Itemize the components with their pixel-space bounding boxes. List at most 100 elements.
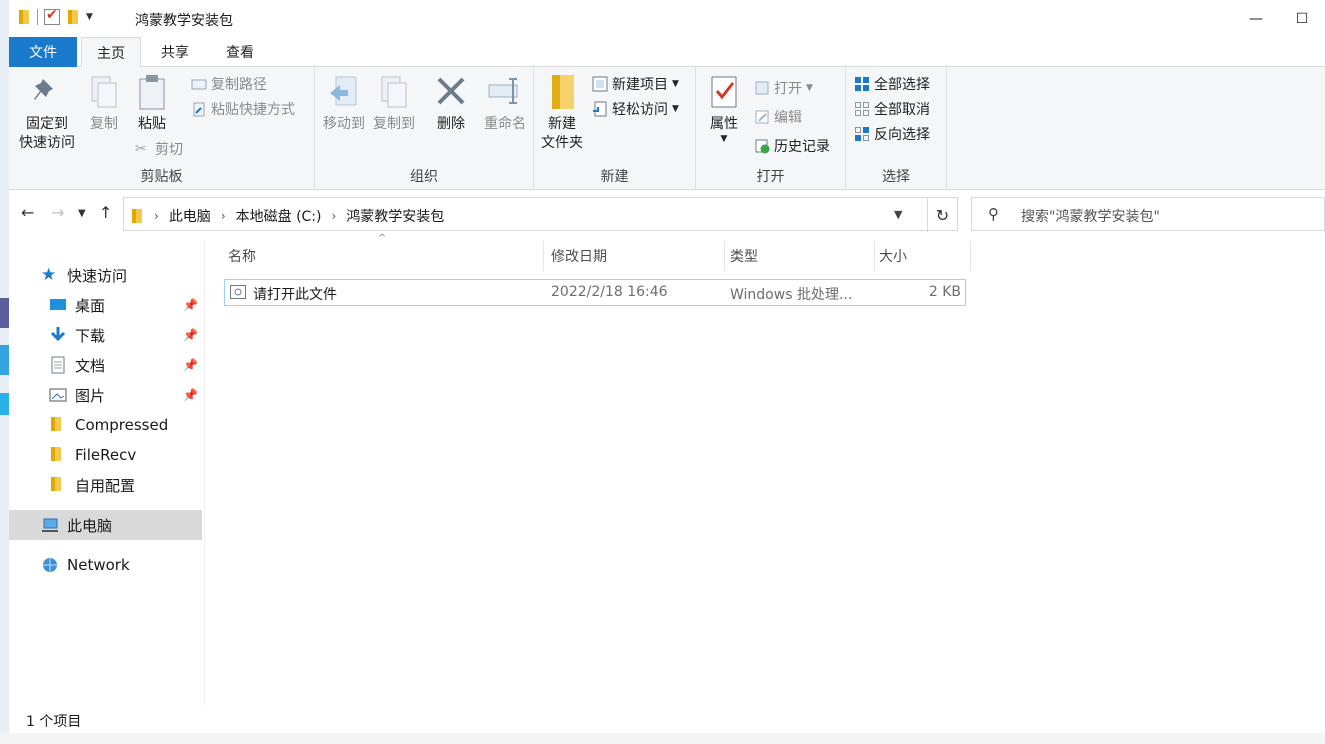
edit-pencil-icon: [754, 109, 770, 125]
easy-access-button[interactable]: 轻松访问 ▼: [592, 98, 679, 120]
copy-to-button[interactable]: 复制到: [369, 73, 419, 134]
history-button[interactable]: 历史记录: [754, 135, 830, 157]
maximize-button[interactable]: ☐: [1279, 0, 1325, 37]
nav-this-pc[interactable]: 此电脑: [9, 510, 202, 540]
select-all-icon: [854, 76, 870, 92]
refresh-icon[interactable]: ↻: [927, 198, 957, 232]
batch-file-icon: [230, 285, 246, 303]
pin-label-line2: 快速访问: [19, 135, 75, 151]
paste-shortcut-button[interactable]: 粘贴快捷方式: [191, 98, 295, 120]
file-row[interactable]: 请打开此文件 2022/2/18 16:46 Windows 批处理... 2 …: [224, 279, 966, 306]
nav-network[interactable]: Network: [9, 550, 202, 580]
file-type: Windows 批处理...: [730, 287, 853, 303]
copy-to-icon: [376, 73, 412, 111]
properties-dropdown-icon: ▼: [720, 134, 728, 144]
clipboard-group-label: 剪贴板: [140, 169, 183, 185]
delete-button[interactable]: 删除: [433, 73, 469, 134]
back-arrow-icon[interactable]: ←: [21, 203, 34, 222]
pin-to-quick-access-button[interactable]: 固定到 快速访问: [15, 73, 79, 153]
breadcrumb-this-pc[interactable]: 此电脑: [169, 206, 211, 226]
file-size: 2 KB: [928, 284, 961, 300]
pin-icon: 📌: [183, 358, 198, 372]
cut-button[interactable]: ✂ 剪切: [135, 138, 183, 160]
pin-icon: 📌: [183, 298, 198, 312]
breadcrumb-chevron-icon[interactable]: ›: [332, 209, 337, 223]
column-type[interactable]: 类型: [726, 241, 875, 271]
breadcrumb-local-disk[interactable]: 本地磁盘 (C:): [236, 206, 322, 226]
column-name[interactable]: 名称: [224, 241, 544, 271]
tab-home[interactable]: 主页: [81, 37, 141, 68]
nav-documents[interactable]: 文档 📌: [9, 350, 202, 380]
window-title: 鸿蒙教学安装包: [135, 13, 233, 29]
nav-folder-personal-config[interactable]: 自用配置: [9, 470, 202, 500]
properties-quick-icon[interactable]: [44, 7, 60, 25]
minimize-button[interactable]: —: [1233, 0, 1279, 37]
address-bar[interactable]: › 此电脑 › 本地磁盘 (C:) › 鸿蒙教学安装包 ▼ ↻: [123, 197, 958, 232]
search-box[interactable]: ⚲ 搜索"鸿蒙教学安装包": [971, 197, 1325, 231]
paste-button[interactable]: 粘贴: [131, 73, 173, 134]
open-button[interactable]: 打开 ▼: [754, 77, 813, 99]
breadcrumb-current-folder[interactable]: 鸿蒙教学安装包: [346, 206, 444, 226]
search-placeholder: 搜索"鸿蒙教学安装包": [1021, 209, 1160, 225]
edit-button[interactable]: 编辑: [754, 106, 802, 128]
address-history-chevron-icon[interactable]: ▼: [894, 208, 902, 221]
nav-pictures[interactable]: 图片 📌: [9, 380, 202, 410]
easy-access-icon: [592, 101, 608, 117]
status-item-count: 1 个项目: [26, 714, 82, 730]
forward-arrow-icon[interactable]: →: [51, 203, 64, 222]
file-modified: 2022/2/18 16:46: [551, 284, 668, 300]
picture-icon: [49, 386, 67, 404]
nav-desktop[interactable]: 桌面 📌: [9, 290, 202, 320]
download-arrow-icon: [49, 326, 67, 344]
pin-label-line1: 固定到: [26, 116, 68, 132]
desktop-icon-fragment: [0, 298, 9, 328]
nav-quick-access[interactable]: ★ 快速访问: [9, 260, 202, 290]
recent-locations-chevron-icon[interactable]: ▼: [78, 208, 86, 219]
star-icon: ★: [41, 265, 57, 285]
nav-folder-filerecv[interactable]: FileRecv: [9, 440, 202, 470]
select-group-label: 选择: [882, 169, 910, 185]
properties-button[interactable]: 属性 ▼: [702, 73, 746, 144]
copy-path-icon: [191, 76, 207, 92]
select-all-button[interactable]: 全部选择: [854, 73, 930, 95]
select-group: 全部选择 全部取消 反向选择 选择: [846, 67, 947, 190]
nav-folder-compressed[interactable]: Compressed: [9, 410, 202, 440]
navigation-pane: ★ 快速访问 桌面 📌 下载 📌 文档 📌 图片 📌 Compressed Fi…: [9, 240, 205, 705]
folder-icon: [49, 416, 67, 434]
rename-icon: [487, 73, 523, 111]
easy-access-dropdown-icon: ▼: [672, 104, 679, 114]
column-modified[interactable]: 修改日期: [547, 241, 725, 271]
file-name: 请打开此文件: [253, 287, 337, 303]
select-none-button[interactable]: 全部取消: [854, 98, 930, 120]
pin-icon: 📌: [183, 328, 198, 342]
new-folder-button[interactable]: 新建 文件夹: [536, 73, 588, 153]
breadcrumb-chevron-icon[interactable]: ›: [221, 209, 226, 223]
file-list-header: ^ 名称 修改日期 类型 大小: [224, 233, 971, 271]
scissors-icon: ✂: [135, 141, 147, 157]
rename-button[interactable]: 重命名: [477, 73, 533, 134]
open-group: 属性 ▼ 打开 ▼ 编辑 历史记录 打开: [696, 67, 846, 190]
history-icon: [754, 138, 770, 154]
desktop-icon-fragment: [0, 393, 9, 415]
column-size[interactable]: 大小: [875, 241, 971, 271]
invert-selection-button[interactable]: 反向选择: [854, 123, 930, 145]
open-group-label: 打开: [756, 169, 785, 185]
clipboard-group: 固定到 快速访问 复制 粘贴 复制路径 粘贴快捷方式 ✂ 剪切 剪贴板: [9, 67, 315, 190]
nav-downloads[interactable]: 下载 📌: [9, 320, 202, 350]
paste-icon: [134, 73, 170, 111]
copy-path-button[interactable]: 复制路径: [191, 73, 267, 95]
customize-toolbar-dropdown-icon[interactable]: ▼: [86, 12, 93, 22]
up-arrow-icon[interactable]: ↑: [99, 203, 112, 222]
properties-check-icon: [706, 73, 742, 111]
copy-button[interactable]: 复制: [83, 73, 125, 134]
tab-view[interactable]: 查看: [209, 37, 271, 67]
copy-icon: [86, 73, 122, 111]
new-folder-quick-icon[interactable]: [66, 9, 80, 25]
breadcrumb-chevron-icon[interactable]: ›: [154, 209, 159, 223]
new-item-button[interactable]: 新建项目 ▼: [592, 73, 679, 95]
organize-group-label: 组织: [410, 169, 438, 185]
move-to-button[interactable]: 移动到: [319, 73, 369, 134]
tab-share[interactable]: 共享: [147, 37, 203, 67]
tab-file[interactable]: 文件: [9, 37, 77, 67]
folder-icon: [49, 446, 67, 464]
